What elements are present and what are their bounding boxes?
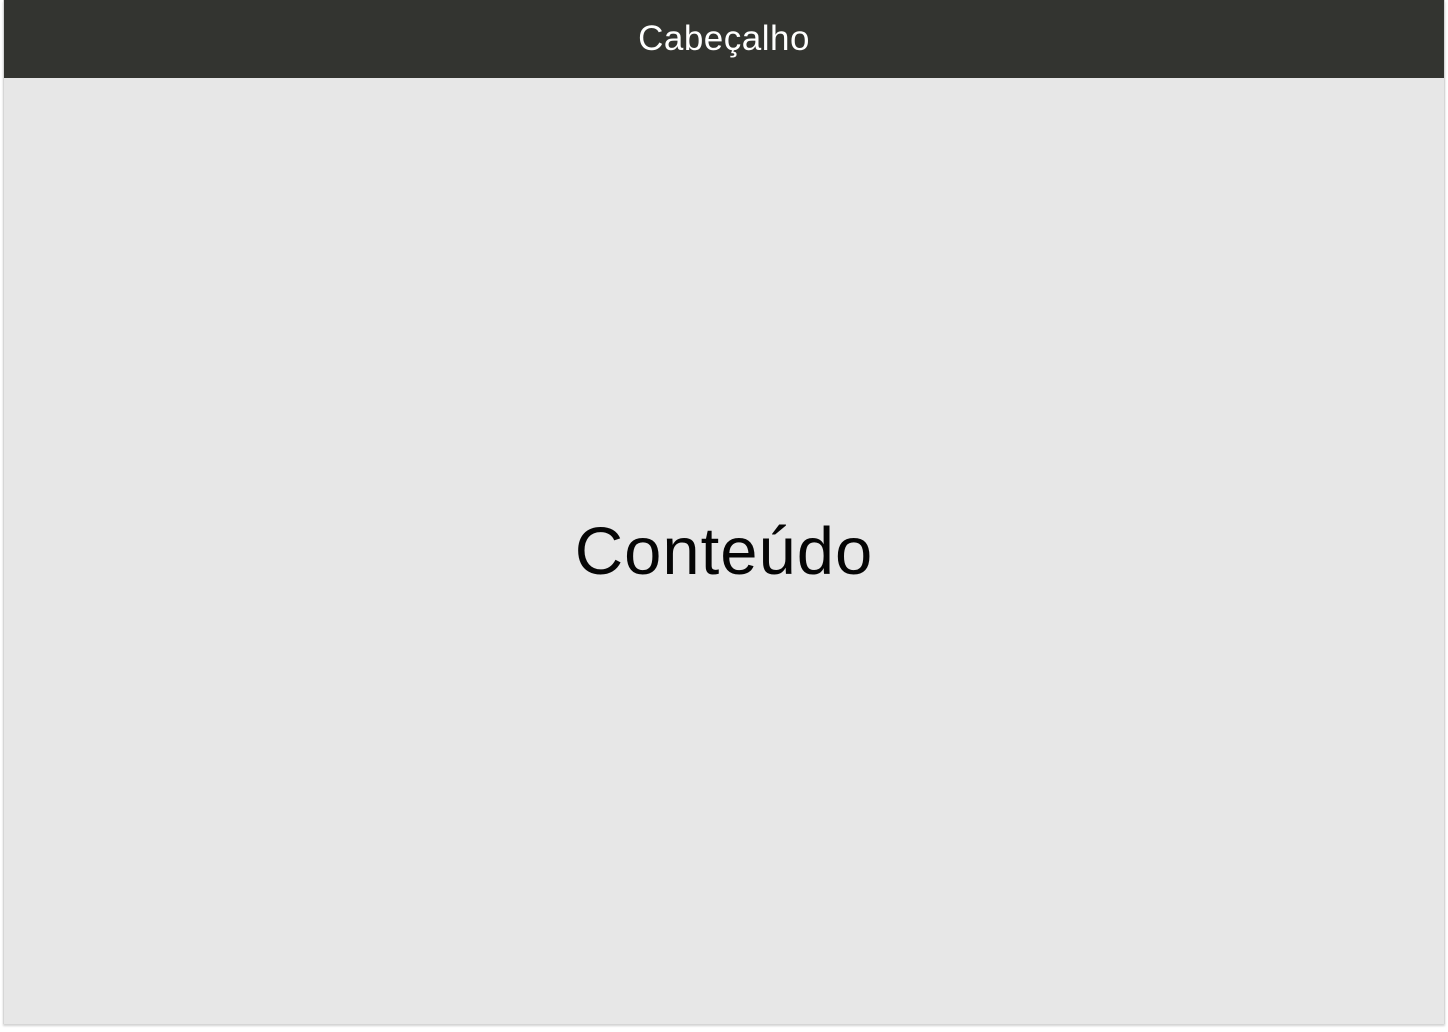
- header-title: Cabeçalho: [638, 18, 810, 58]
- content-label: Conteúdo: [574, 513, 874, 589]
- content-area: Conteúdo: [4, 78, 1444, 1024]
- page-header: Cabeçalho: [4, 0, 1444, 78]
